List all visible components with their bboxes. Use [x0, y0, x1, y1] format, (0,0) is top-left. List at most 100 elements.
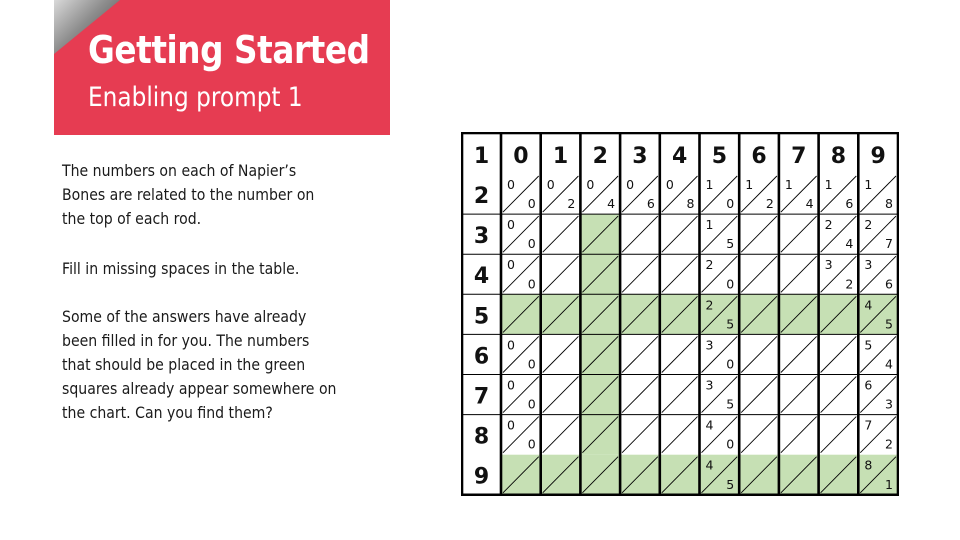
instruction-line: Fill in missing spaces in the table. — [62, 259, 300, 278]
cell-ones-digit: 5 — [726, 316, 734, 331]
cell-tens-digit: 3 — [825, 257, 833, 272]
cell-diagonal — [621, 215, 659, 253]
rod-header: 2 — [593, 144, 608, 169]
instruction-line: The numbers on each of Napier’s — [62, 161, 297, 180]
cell-tens-digit: 4 — [864, 297, 872, 312]
rod-header: 0 — [513, 144, 528, 169]
napier-bones-table: 1 0 1 2 3 4 5 6 7 8 923456789000204060810121416180… — [461, 132, 899, 496]
cell-tens-digit: 2 — [706, 257, 714, 272]
cell-tens-digit: 0 — [507, 217, 515, 232]
cell-ones-digit: 0 — [528, 397, 536, 412]
rod-header: 3 — [632, 144, 647, 169]
cell-tens-digit: 1 — [825, 177, 833, 192]
cell-tens-digit: 1 — [785, 177, 793, 192]
cell-ones-digit: 0 — [726, 357, 734, 372]
rod-header: 5 — [712, 144, 727, 169]
cell-diagonal — [780, 215, 817, 253]
instruction-paragraph-2: Fill in missing spaces in the table. — [62, 257, 392, 281]
cell-ones-digit: 3 — [885, 397, 893, 412]
multiplier-label: 6 — [474, 344, 489, 369]
title-banner: Getting Started Enabling prompt 1 — [54, 0, 390, 135]
rod-header: 8 — [831, 144, 846, 169]
cell-ones-digit: 4 — [607, 196, 615, 211]
cell-diagonal — [740, 255, 778, 293]
instruction-paragraph-1: The numbers on each of Napier’s Bones ar… — [62, 159, 392, 231]
cell-diagonal — [661, 336, 698, 373]
cell-diagonal — [661, 255, 698, 293]
cell-tens-digit: 0 — [586, 177, 594, 192]
cell-ones-digit: 4 — [845, 236, 853, 251]
cell-diagonal — [542, 215, 579, 253]
cell-diagonal — [820, 336, 857, 373]
rod-header: 6 — [751, 144, 766, 169]
cell-diagonal — [780, 255, 817, 293]
rod-header: 1 — [553, 144, 568, 169]
cell-ones-digit: 0 — [528, 437, 536, 452]
cell-diagonal — [661, 376, 698, 413]
cell-ones-digit: 7 — [885, 236, 893, 251]
cell-ones-digit: 2 — [845, 276, 853, 291]
multiplier-label: 3 — [474, 224, 489, 249]
cell-tens-digit: 3 — [864, 257, 872, 272]
cell-ones-digit: 5 — [726, 236, 734, 251]
cell-tens-digit: 0 — [626, 177, 634, 192]
instruction-line: Some of the answers have already — [62, 307, 307, 326]
cell-ones-digit: 2 — [885, 437, 893, 452]
instruction-line: the top of each rod. — [62, 209, 202, 228]
cell-tens-digit: 0 — [547, 177, 555, 192]
cell-diagonal — [780, 376, 817, 413]
cell-ones-digit: 0 — [528, 236, 536, 251]
cell-tens-digit: 1 — [706, 177, 714, 192]
cell-ones-digit: 2 — [567, 196, 575, 211]
cell-ones-digit: 4 — [885, 357, 893, 372]
page-title: Getting Started — [88, 28, 370, 72]
rod-header: 4 — [672, 144, 687, 169]
corner-label: 1 — [474, 144, 489, 169]
cell-ones-digit: 6 — [845, 196, 853, 211]
cell-tens-digit: 4 — [706, 458, 714, 473]
cell-tens-digit: 0 — [507, 337, 515, 352]
cell-ones-digit: 6 — [885, 276, 893, 291]
page-subtitle: Enabling prompt 1 — [88, 82, 303, 113]
cell-diagonal — [780, 336, 817, 373]
cell-tens-digit: 1 — [864, 177, 872, 192]
cell-tens-digit: 2 — [864, 217, 872, 232]
cell-ones-digit: 0 — [726, 437, 734, 452]
cell-diagonal — [740, 215, 778, 253]
cell-diagonal — [621, 336, 659, 373]
cell-tens-digit: 0 — [666, 177, 674, 192]
cell-tens-digit: 0 — [507, 418, 515, 433]
cell-ones-digit: 5 — [885, 316, 893, 331]
rod-header: 9 — [870, 144, 885, 169]
instruction-line: that should be placed in the green — [62, 355, 306, 374]
cell-ones-digit: 0 — [528, 276, 536, 291]
cell-tens-digit: 4 — [706, 418, 714, 433]
cell-ones-digit: 6 — [647, 196, 655, 211]
cell-tens-digit: 6 — [864, 378, 872, 393]
cell-tens-digit: 1 — [745, 177, 753, 192]
cell-tens-digit: 0 — [507, 177, 515, 192]
cell-diagonal — [621, 255, 659, 293]
rod-header: 7 — [791, 144, 806, 169]
cell-ones-digit: 4 — [806, 196, 814, 211]
multiplier-label: 4 — [474, 264, 489, 289]
cell-ones-digit: 0 — [528, 196, 536, 211]
cell-ones-digit: 8 — [687, 196, 695, 211]
instruction-paragraph-3: Some of the answers have already been fi… — [62, 305, 392, 425]
cell-ones-digit: 2 — [766, 196, 774, 211]
cell-ones-digit: 1 — [885, 477, 893, 492]
cell-ones-digit: 5 — [726, 397, 734, 412]
cell-diagonal — [780, 416, 817, 454]
cell-ones-digit: 0 — [726, 276, 734, 291]
cell-tens-digit: 1 — [706, 217, 714, 232]
cell-tens-digit: 5 — [864, 337, 872, 352]
cell-diagonal — [820, 416, 857, 454]
cell-diagonal — [661, 215, 698, 253]
multiplier-label: 9 — [474, 465, 489, 490]
cell-diagonal — [542, 376, 579, 413]
instruction-line: squares already appear somewhere on — [62, 379, 337, 398]
instruction-line: the chart. Can you find them? — [62, 403, 273, 422]
cell-ones-digit: 0 — [726, 196, 734, 211]
cell-ones-digit: 8 — [885, 196, 893, 211]
cell-diagonal — [621, 416, 659, 454]
